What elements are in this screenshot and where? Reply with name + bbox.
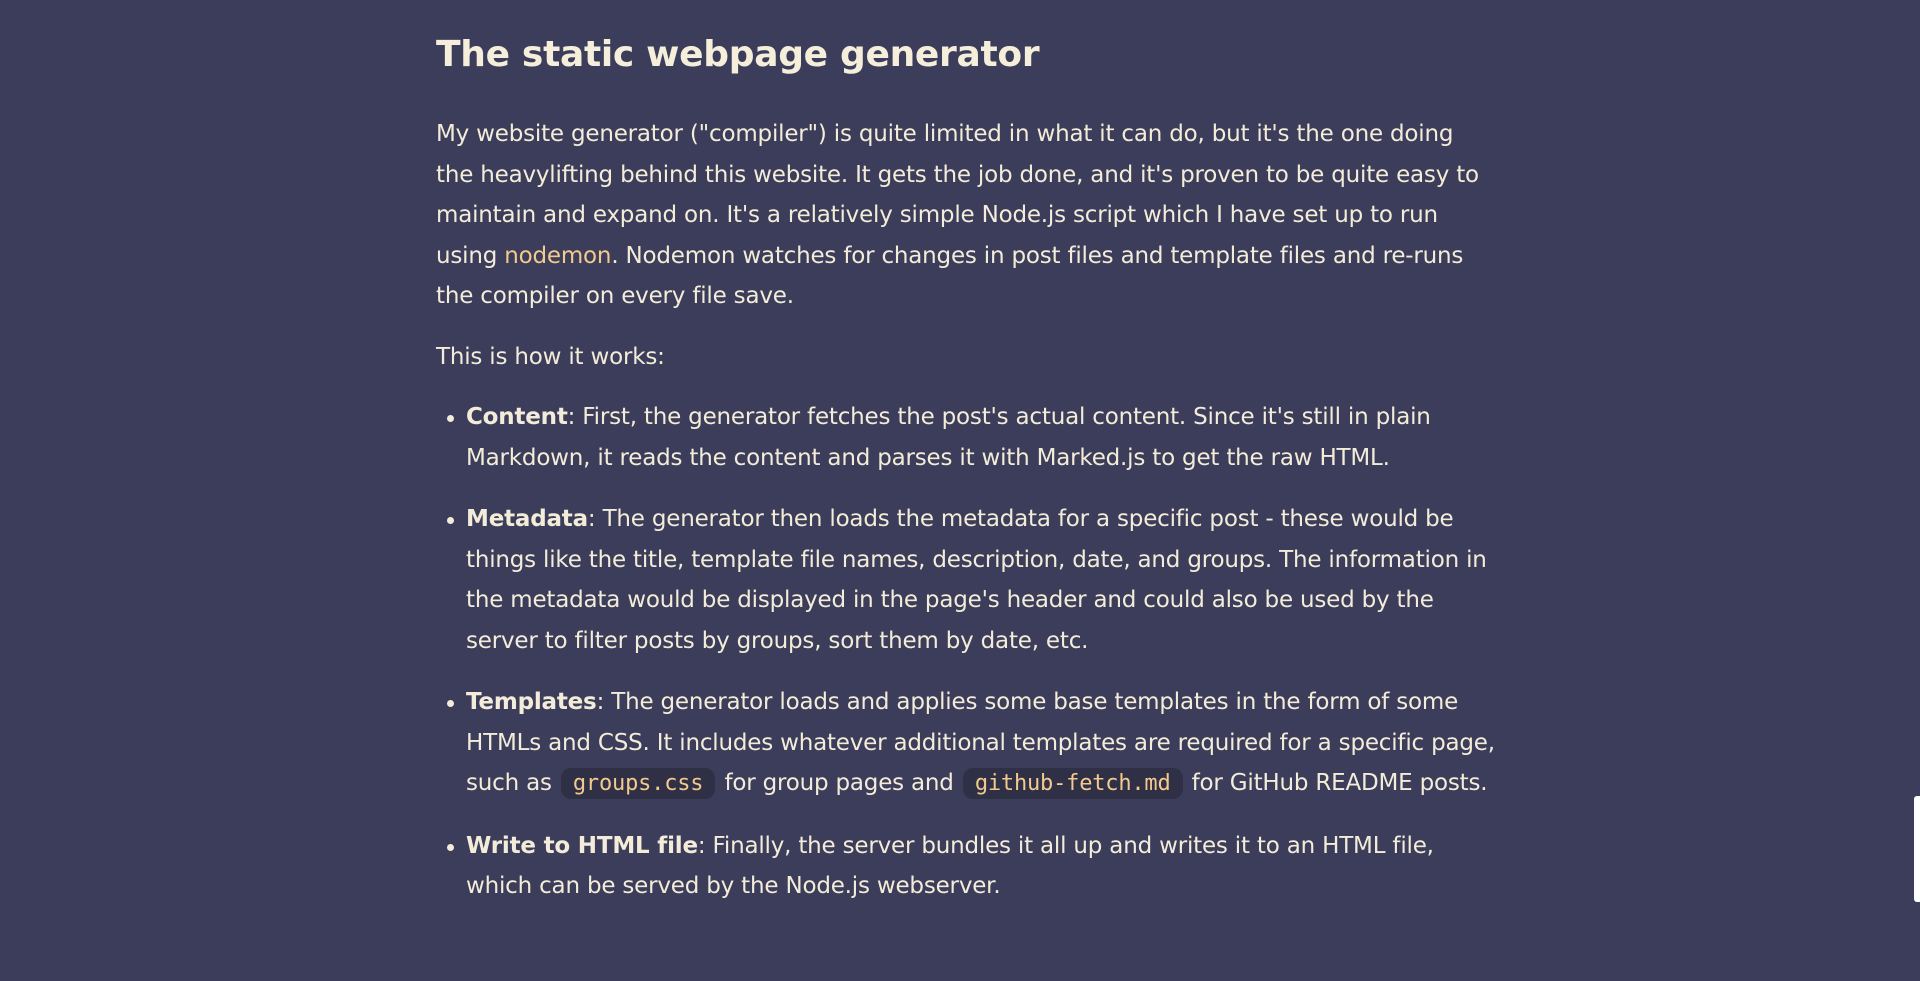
step-text: : First, the generator fetches the post'… <box>466 404 1431 471</box>
step-text-b: for group pages and <box>717 770 961 796</box>
nodemon-link[interactable]: nodemon <box>504 243 611 269</box>
code-groups-css: groups.css <box>560 768 716 799</box>
steps-list: Content: First, the generator fetches th… <box>436 397 1496 907</box>
list-item: Content: First, the generator fetches th… <box>447 397 1496 478</box>
step-title: Metadata <box>466 506 588 532</box>
article-content: The static webpage generator My website … <box>436 30 1496 928</box>
list-item: Metadata: The generator then loads the m… <box>447 499 1496 661</box>
bullet-icon <box>447 415 454 422</box>
intro-paragraph: My website generator ("compiler") is qui… <box>436 114 1496 317</box>
how-it-works-paragraph: This is how it works: <box>436 343 665 370</box>
step-text-c: for GitHub README posts. <box>1184 770 1488 796</box>
code-github-fetch-md: github-fetch.md <box>962 768 1183 799</box>
step-text: : The generator then loads the metadata … <box>466 506 1487 654</box>
section-heading: The static webpage generator <box>436 34 1040 75</box>
list-item: Write to HTML file: Finally, the server … <box>447 826 1496 907</box>
bullet-icon <box>447 517 454 524</box>
bullet-icon <box>447 843 454 851</box>
step-title: Templates <box>466 689 597 715</box>
step-title: Write to HTML file <box>466 832 698 859</box>
bullet-icon <box>447 700 454 707</box>
step-title: Content <box>466 404 568 430</box>
scrollbar-thumb[interactable] <box>1914 796 1920 902</box>
list-item: Templates: The generator loads and appli… <box>447 682 1496 805</box>
